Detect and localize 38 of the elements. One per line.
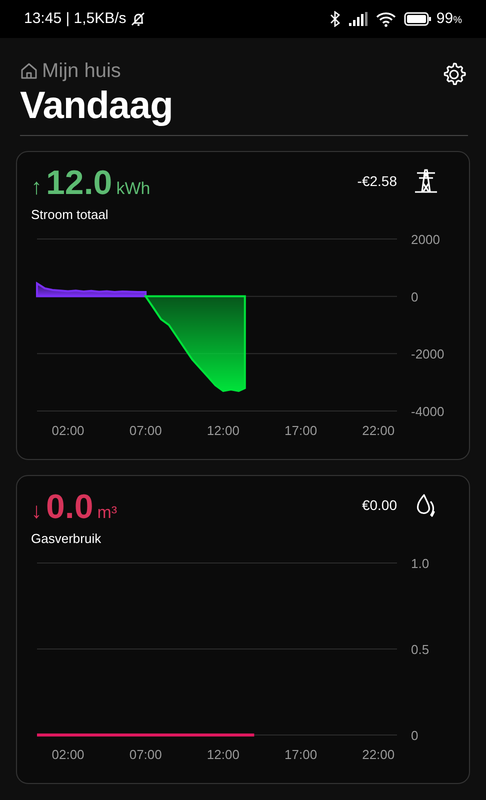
axis-label: -2000 (411, 346, 444, 362)
home-icon (20, 62, 38, 80)
meter-value: 12.0 (46, 166, 112, 200)
page-title: Vandaag (20, 86, 173, 128)
unit-label: m³ (97, 502, 118, 524)
axis-label: 17:00 (284, 746, 318, 762)
muted-bell-icon (130, 11, 146, 27)
axis-label: 0 (411, 289, 418, 304)
status-text: 13:45 | 1,5KB/s (24, 8, 126, 29)
axis-label: 12:00 (206, 422, 240, 438)
axis-label: -4000 (411, 404, 444, 419)
axis-label: 02:00 (52, 746, 84, 762)
axis-label: 07:00 (129, 746, 162, 762)
bluetooth-icon (330, 11, 340, 27)
cost-value: €0.00 (362, 496, 397, 516)
cost-value: -€2.58 (357, 172, 397, 192)
pylon-icon (413, 168, 439, 196)
breadcrumb-link[interactable]: Mijn huis (42, 56, 121, 86)
battery-icon (404, 12, 432, 26)
axis-label: 1.0 (411, 556, 430, 571)
axis-label: 02:00 (52, 422, 84, 438)
axis-label: 0 (411, 728, 418, 743)
axis-label: 17:00 (284, 422, 318, 438)
wifi-icon (376, 12, 396, 26)
trend-arrow: ↓ (31, 500, 42, 522)
axis-label: 2000 (411, 232, 440, 247)
axis-label: 0.5 (411, 642, 430, 657)
meter-value: 0.0 (46, 490, 94, 524)
axis-label: 12:00 (206, 746, 240, 762)
axis-label: 07:00 (129, 422, 162, 438)
trend-arrow: ↑ (31, 176, 42, 198)
battery-percent: 99% (436, 8, 462, 29)
signal-icon (348, 12, 368, 26)
axis-label: 22:00 (362, 422, 395, 438)
unit-label: kWh (116, 178, 150, 200)
axis-label: 22:00 (362, 746, 395, 762)
meter-label: Gasverbruik (31, 530, 102, 548)
meter-label: Stroom totaal (31, 206, 110, 224)
